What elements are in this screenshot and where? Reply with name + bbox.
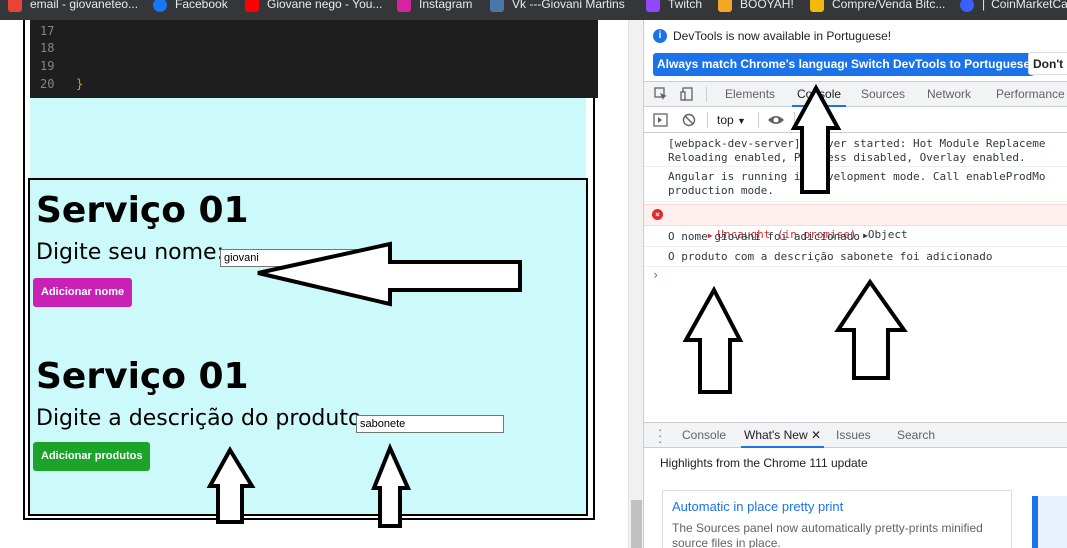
page-scrollbar[interactable] — [628, 20, 643, 548]
console-toolbar: top ▼ Filter — [644, 108, 1067, 133]
filter-input[interactable]: Filter — [804, 110, 1067, 130]
service-title: Serviço 01 — [36, 356, 249, 397]
sidebar-toggle-icon[interactable] — [653, 113, 668, 127]
match-language-button[interactable]: Always match Chrome's language — [653, 53, 856, 76]
drawer-tab-console[interactable]: Console — [682, 423, 726, 448]
service-title: Serviço 01 — [36, 190, 249, 231]
devtools-tabs: Elements Console Sources Network Perform… — [644, 81, 1067, 107]
components-container: Serviço 01 Digite seu nome: giovani Adic… — [28, 178, 588, 516]
toolbar-divider — [707, 112, 708, 128]
code-line: 19 — [40, 59, 55, 73]
bookmark-gmail[interactable]: email - giovaneteo... — [8, 0, 138, 14]
dropdown-arrow-icon: ▼ — [737, 116, 746, 126]
console-messages: [webpack-dev-server] Server started: Hot… — [644, 134, 1067, 416]
console-error-message[interactable]: × ▶ Uncaught (in promise) ▶Object — [644, 204, 1067, 241]
console-prompt[interactable]: › — [652, 268, 659, 282]
add-products-button[interactable]: Adicionar produtos — [33, 442, 151, 471]
instagram-icon — [397, 0, 411, 12]
whats-new-heading: Highlights from the Chrome 111 update — [660, 456, 868, 470]
app-page: 17 18 19 20} Serviço 01 Digite seu nome:… — [0, 20, 628, 548]
code-line: 20} — [40, 77, 84, 91]
vk-icon — [490, 0, 504, 12]
feature-thumbnail — [1032, 496, 1067, 548]
twitch-icon — [646, 0, 660, 12]
booyah-icon — [718, 0, 732, 12]
code-editor: 17 18 19 20} — [30, 20, 598, 98]
device-toolbar-icon[interactable] — [680, 87, 694, 101]
bookmark-booyah[interactable]: BOOYAH! — [718, 0, 794, 14]
bookmark-coinmarketcap[interactable]: | CoinMarketCa — [960, 0, 1067, 14]
info-icon: i — [653, 29, 667, 43]
tab-performance[interactable]: Performance — [996, 82, 1065, 107]
scrollbar-thumb[interactable] — [631, 500, 642, 548]
gmail-icon — [8, 0, 22, 12]
toolbar-divider — [758, 112, 759, 128]
bookmark-binance[interactable]: Compre/Venda Bitc... — [810, 0, 945, 14]
code-line: 18 — [40, 41, 55, 55]
drawer-tab-issues[interactable]: Issues — [836, 423, 871, 448]
console-message: [webpack-dev-server] Server started: Hot… — [644, 137, 1067, 167]
feature-card[interactable]: Automatic in place pretty print The Sour… — [662, 490, 1012, 548]
bookmark-instagram[interactable]: Instagram — [397, 0, 472, 14]
bookmark-twitch[interactable]: Twitch — [646, 0, 702, 14]
binance-icon — [810, 0, 824, 12]
feature-card-title[interactable]: Automatic in place pretty print — [672, 499, 843, 514]
coinmarketcap-icon — [960, 0, 974, 12]
switch-portuguese-button[interactable]: Switch DevTools to Portuguese — [847, 53, 1035, 76]
dont-show-button[interactable]: Don't s — [1028, 52, 1067, 75]
drawer-tab-whats-new[interactable]: What's New ✕ — [741, 423, 825, 448]
language-info-text: DevTools is now available in Portuguese! — [673, 29, 892, 43]
tab-console[interactable]: Console — [792, 82, 847, 107]
drawer-tab-search[interactable]: Search — [897, 423, 935, 448]
console-message: Angular is running in development mode. … — [644, 170, 1067, 202]
tab-network[interactable]: Network — [927, 82, 971, 107]
bookmarks-bar: email - giovaneteo... Facebook Giovane n… — [0, 0, 1067, 20]
close-icon[interactable]: ✕ — [811, 428, 821, 442]
facebook-icon — [153, 0, 167, 12]
drawer-tabs: · · · Console What's New ✕ Issues Search — [644, 422, 1067, 448]
add-name-button[interactable]: Adicionar nome — [33, 278, 133, 307]
tab-elements[interactable]: Elements — [725, 82, 775, 107]
inspect-icon[interactable] — [654, 87, 668, 101]
console-message: O nome giovani foi adicionado — [644, 227, 1067, 247]
context-select[interactable]: top ▼ — [717, 108, 746, 132]
name-label: Digite seu nome: — [36, 240, 224, 265]
product-input[interactable]: sabonete — [356, 415, 504, 433]
bookmark-vk[interactable]: Vk ---Giovani Martins — [490, 0, 625, 14]
tab-sources[interactable]: Sources — [861, 82, 905, 107]
product-label: Digite a descrição do produto — [36, 406, 362, 431]
clear-console-icon[interactable] — [682, 113, 696, 127]
feature-card-body: The Sources panel now automatically pret… — [672, 521, 983, 548]
drawer-menu-icon[interactable]: · · · — [658, 423, 662, 448]
name-input[interactable]: giovani — [220, 249, 368, 267]
youtube-icon — [245, 0, 259, 12]
console-message: O produto com a descrição sabonete foi a… — [644, 247, 1067, 267]
tabs-divider — [706, 87, 707, 102]
code-line: 17 — [40, 24, 55, 38]
toolbar-divider — [794, 112, 795, 128]
bookmark-youtube[interactable]: Giovane nego - You... — [245, 0, 382, 14]
bookmark-facebook[interactable]: Facebook — [153, 0, 228, 14]
eye-icon[interactable] — [767, 114, 785, 126]
error-icon: × — [652, 209, 663, 220]
devtools-panel: i DevTools is now available in Portugues… — [643, 20, 1067, 548]
